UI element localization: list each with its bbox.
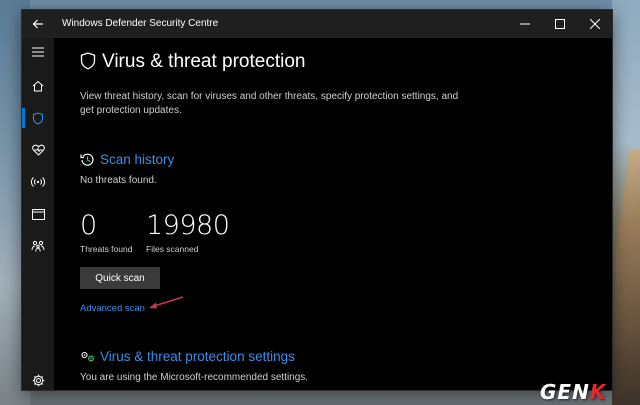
maximize-button[interactable] — [543, 10, 577, 38]
scan-history-icon — [80, 153, 94, 166]
protection-settings-link[interactable]: Virus & threat protection settings — [100, 349, 295, 364]
defender-window: Windows Defender Security Centre Virus &… — [22, 10, 612, 390]
family-icon — [31, 240, 45, 252]
main-content: Virus & threat protection View threat hi… — [54, 38, 612, 390]
shield-title-icon — [80, 52, 96, 70]
arrow-left-icon — [32, 19, 43, 29]
files-scanned-label: Files scanned — [146, 244, 199, 254]
settings-status: You are using the Microsoft-recommended … — [80, 372, 309, 383]
sidebar-item-virus-protection[interactable] — [22, 106, 54, 130]
title-bar: Windows Defender Security Centre — [22, 10, 612, 38]
settings-gears-icon — [81, 351, 94, 362]
shield-icon — [33, 111, 43, 125]
heart-icon — [31, 144, 45, 156]
sidebar-item-settings[interactable] — [22, 368, 54, 390]
quick-scan-button[interactable]: Quick scan — [80, 267, 160, 289]
hamburger-menu-icon — [32, 47, 44, 57]
sidebar-menu-button[interactable] — [22, 40, 54, 64]
scan-history-link[interactable]: Scan history — [100, 152, 174, 167]
minimize-button[interactable] — [508, 10, 542, 38]
gear-icon — [32, 374, 44, 386]
sidebar-item-firewall-network[interactable] — [22, 170, 54, 194]
window-title: Windows Defender Security Centre — [62, 18, 219, 29]
scan-status: No threats found. — [80, 175, 157, 186]
annotation-arrow-icon — [149, 296, 184, 309]
close-icon — [590, 19, 600, 29]
page-description: View threat history, scan for viruses an… — [80, 91, 459, 116]
wireless-icon — [31, 177, 45, 187]
sidebar — [22, 38, 54, 390]
threats-found-label: Threats found — [80, 244, 133, 254]
sidebar-item-device-health[interactable] — [22, 138, 54, 162]
sidebar-item-app-browser-control[interactable] — [22, 202, 54, 226]
files-scanned-count: 19980 — [146, 210, 230, 241]
genk-watermark-logo: GENK — [540, 380, 607, 404]
minimize-icon — [520, 23, 530, 25]
threats-found-count: 0 — [80, 210, 97, 241]
back-button[interactable] — [22, 10, 54, 38]
advanced-scan-link[interactable]: Advanced scan — [80, 303, 145, 314]
sidebar-item-home[interactable] — [22, 74, 54, 98]
page-title: Virus & threat protection — [102, 51, 306, 72]
close-button[interactable] — [578, 10, 612, 38]
home-icon — [32, 80, 44, 92]
maximize-icon — [555, 19, 565, 29]
sidebar-item-family-options[interactable] — [22, 234, 54, 258]
browser-icon — [31, 208, 45, 220]
